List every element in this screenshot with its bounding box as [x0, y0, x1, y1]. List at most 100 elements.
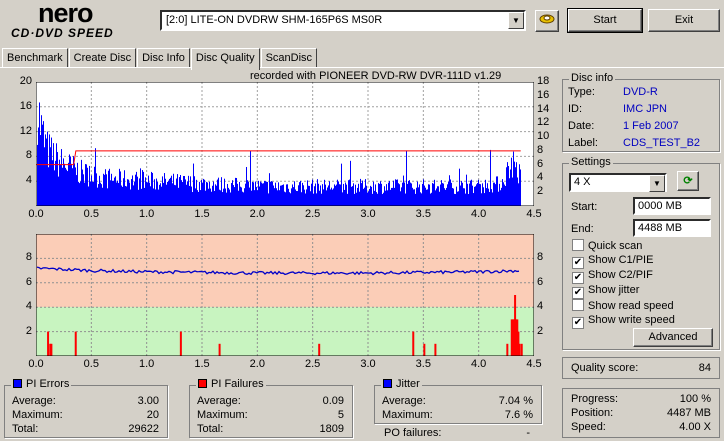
tab-scandisc[interactable]: ScanDisc — [260, 48, 318, 68]
checkmark-icon[interactable]: ✔ — [572, 317, 584, 329]
pi-error-bar — [284, 191, 285, 206]
checkbox-show-c2-pif[interactable]: ✔ Show C2/PIF — [572, 269, 653, 284]
pi-error-bar — [454, 193, 455, 206]
start-button[interactable]: Start — [567, 8, 643, 33]
exit-button[interactable]: Exit — [648, 9, 720, 32]
pi-error-bar — [146, 181, 147, 206]
pi-error-bar — [233, 185, 234, 206]
pi-error-bar — [113, 180, 114, 206]
eject-icon[interactable] — [535, 10, 559, 32]
po-failures-value: - — [526, 427, 530, 439]
tab-benchmark[interactable]: Benchmark — [2, 48, 68, 68]
pi-error-bar — [148, 175, 149, 206]
quality-score-value: 84 — [698, 362, 711, 374]
pi-error-bar — [447, 184, 448, 206]
speed-label: Speed: — [571, 421, 606, 433]
checkbox-box[interactable] — [572, 239, 584, 251]
pi-error-bar — [282, 184, 283, 206]
pi-error-bar — [188, 175, 189, 206]
pi-error-bar — [206, 181, 207, 206]
pi-error-bar — [69, 154, 70, 206]
tab-disc-quality[interactable]: Disc Quality — [190, 48, 260, 70]
pi-error-bar — [298, 185, 299, 206]
pi-error-bar — [104, 174, 105, 206]
checkbox-quick-scan[interactable]: Quick scan — [572, 239, 642, 252]
pi-error-bar — [49, 134, 50, 206]
pi-error-bar — [481, 193, 482, 206]
pi-error-bar — [354, 193, 355, 206]
pi-error-bar — [408, 180, 409, 206]
pi-error-bar — [475, 186, 476, 206]
pi-error-bar — [303, 185, 304, 206]
pi-error-bar — [311, 183, 312, 206]
drive-select[interactable]: [2:0] LITE-ON DVDRW SHM-165P6S MS0R ▼ — [160, 10, 526, 31]
pi-error-bar — [52, 160, 53, 206]
pi-error-bar — [125, 185, 126, 206]
x-tick-label: 3.0 — [360, 358, 376, 370]
x-tick-label: 3.0 — [360, 208, 376, 220]
pi-error-bar — [292, 184, 293, 206]
pi-error-bar — [202, 182, 203, 206]
checkbox-show-c1-pie[interactable]: ✔ Show C1/PIE — [572, 254, 653, 269]
checkmark-icon[interactable]: ✔ — [572, 257, 584, 269]
checkmark-icon[interactable]: ✔ — [572, 287, 584, 299]
pi-error-bar — [516, 162, 517, 206]
pi-error-bar — [471, 179, 472, 206]
pi-error-bar — [122, 186, 123, 206]
pi-error-bar — [446, 187, 447, 206]
advanced-button[interactable]: Advanced — [633, 328, 713, 347]
checkbox-show-read-speed[interactable]: Show read speed — [572, 299, 674, 312]
pi-error-bar — [158, 189, 159, 206]
pi-error-bar — [437, 186, 438, 206]
pi-error-bar — [162, 176, 163, 206]
pi-error-bar — [402, 182, 403, 206]
pi-error-bar — [228, 187, 229, 206]
pi-error-bar — [171, 175, 172, 206]
pi-error-bar — [166, 184, 167, 206]
end-mb-input[interactable]: 4488 MB — [633, 219, 711, 237]
po-failures-label: PO failures: — [384, 427, 442, 439]
y2-tick-label: 2 — [537, 185, 544, 198]
pi-error-bar — [431, 192, 432, 206]
pi-error-bar — [180, 174, 181, 206]
checkbox-show-write-speed[interactable]: ✔ Show write speed — [572, 314, 675, 329]
pi-error-bar — [48, 167, 49, 206]
pi-error-bar — [513, 151, 514, 206]
pi-error-bar — [240, 186, 241, 206]
pi-error-bar — [223, 188, 224, 206]
pi-error-bar — [94, 166, 95, 206]
y-tick-label: 4 — [25, 174, 32, 187]
tab-create-disc[interactable]: Create Disc — [68, 48, 137, 68]
pi-error-bar — [119, 168, 120, 206]
chevron-down-icon[interactable]: ▼ — [508, 12, 524, 29]
pi-error-bar — [103, 173, 104, 206]
pi-error-bar — [411, 183, 412, 206]
pi-error-bar — [272, 181, 273, 206]
pi-error-bar — [121, 185, 122, 206]
pi-error-bar — [109, 168, 110, 206]
pi-error-bar — [57, 152, 58, 206]
pi-error-bar — [452, 187, 453, 206]
pi-error-bar — [276, 188, 277, 206]
pi-error-bar — [376, 192, 377, 206]
tab-disc-info[interactable]: Disc Info — [137, 48, 190, 68]
pi-error-bar — [456, 186, 457, 206]
pi-error-bar — [229, 189, 230, 206]
pi-error-bar — [406, 150, 407, 206]
chevron-down-icon[interactable]: ▼ — [649, 175, 665, 192]
checkmark-icon[interactable]: ✔ — [572, 272, 584, 284]
checkbox-show-jitter[interactable]: ✔ Show jitter — [572, 284, 639, 299]
pi-error-bar — [169, 178, 170, 206]
pi-errors-color-icon — [13, 379, 22, 388]
y2-tick-label: 8 — [537, 251, 544, 264]
start-mb-input[interactable]: 0000 MB — [633, 197, 711, 215]
pi-error-bar — [97, 187, 98, 206]
pi-error-bar — [515, 167, 516, 206]
pi-error-bar — [449, 175, 450, 206]
pi-error-bar — [173, 173, 174, 206]
pi-error-bar — [281, 185, 282, 206]
speed-select[interactable]: 4 X ▼ — [569, 173, 667, 192]
pi-error-bar — [295, 189, 296, 206]
refresh-icon[interactable]: ⟳ — [677, 171, 699, 191]
checkbox-box[interactable] — [572, 299, 584, 311]
